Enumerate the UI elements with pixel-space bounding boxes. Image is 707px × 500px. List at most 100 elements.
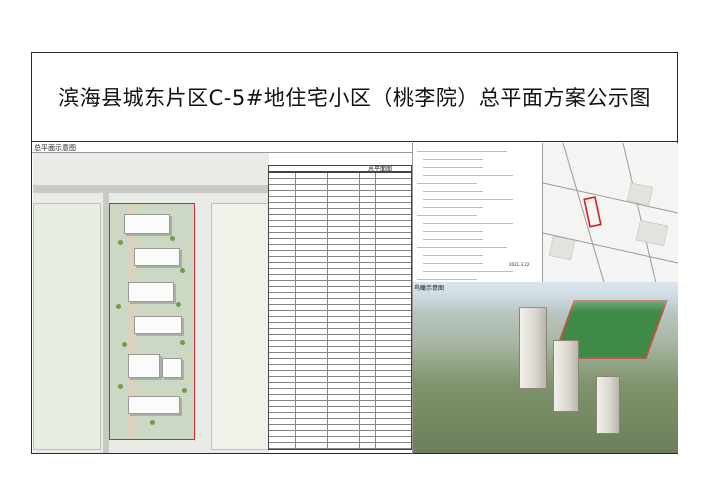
table-cell-divider <box>375 341 376 346</box>
table-cell-divider <box>327 419 328 424</box>
table-cell-divider <box>295 431 296 436</box>
note-text-line <box>423 207 483 208</box>
table-cell-divider <box>295 269 296 274</box>
tree <box>118 384 123 389</box>
table-cell-divider <box>295 263 296 268</box>
table-cell-divider <box>359 347 360 352</box>
table-cell-divider <box>375 287 376 292</box>
table-cell-divider <box>375 365 376 370</box>
table-cell-divider <box>295 281 296 286</box>
table-cell-divider <box>375 233 376 238</box>
table-cell-divider <box>359 395 360 400</box>
table-header <box>268 165 412 172</box>
table-cell-divider <box>327 203 328 208</box>
table-cell-divider <box>359 335 360 340</box>
table-cell-divider <box>327 347 328 352</box>
table-cell-divider <box>327 431 328 436</box>
table-cell-divider <box>359 377 360 382</box>
table-cell-divider <box>375 251 376 256</box>
drawing-sheet: 滨海县城东片区C-5#地住宅小区（桃李院）总平面方案公示图 总平面示意图 总平面… <box>31 52 678 454</box>
residential-building <box>134 248 180 266</box>
note-text-line <box>423 231 483 232</box>
table-cell-divider <box>295 329 296 334</box>
table-cell-divider <box>359 185 360 190</box>
table-cell-divider <box>327 185 328 190</box>
table-cell-divider <box>295 245 296 250</box>
table-cell-divider <box>327 395 328 400</box>
table-cell-divider <box>327 299 328 304</box>
table-cell-divider <box>327 233 328 238</box>
residential-building <box>162 358 182 378</box>
table-cell-divider <box>375 323 376 328</box>
table-cell-divider <box>359 191 360 196</box>
table-cell-divider <box>375 437 376 442</box>
table-cell-divider <box>295 395 296 400</box>
note-text-line <box>417 183 477 184</box>
table-cell-divider <box>327 215 328 220</box>
table-cell-divider <box>327 371 328 376</box>
table-cell-divider <box>295 359 296 364</box>
table-cell-divider <box>327 377 328 382</box>
table-cell-divider <box>295 311 296 316</box>
table-cell-divider <box>375 203 376 208</box>
table-cell-divider <box>295 377 296 382</box>
table-cell-divider <box>327 197 328 202</box>
table-cell-divider <box>295 239 296 244</box>
note-text-line <box>423 175 513 176</box>
note-text-line <box>423 263 483 264</box>
tower-building <box>596 376 620 434</box>
table-cell-divider <box>375 227 376 232</box>
residential-building <box>124 214 170 234</box>
table-cell-divider <box>327 311 328 316</box>
table-cell-divider <box>359 317 360 322</box>
note-text-line <box>417 247 507 248</box>
table-cell-divider <box>359 389 360 394</box>
table-cell-divider <box>295 287 296 292</box>
table-cell-divider <box>359 173 360 178</box>
table-cell-divider <box>359 197 360 202</box>
table-cell-divider <box>327 239 328 244</box>
table-cell-divider <box>295 299 296 304</box>
tree <box>170 236 175 241</box>
site-plan-drawing <box>33 153 269 453</box>
table-cell-divider <box>327 293 328 298</box>
table-cell-divider <box>359 179 360 184</box>
residential-building <box>128 282 174 302</box>
table-cell-divider <box>375 239 376 244</box>
tree <box>116 304 121 309</box>
tree <box>122 342 127 347</box>
page-title: 滨海县城东片区C-5#地住宅小区（桃李院）总平面方案公示图 <box>32 53 677 142</box>
table-cell-divider <box>375 329 376 334</box>
indicators-table <box>268 153 412 450</box>
table-cell-divider <box>359 203 360 208</box>
table-cell-divider <box>359 263 360 268</box>
table-cell-divider <box>375 371 376 376</box>
table-cell-divider <box>375 173 376 178</box>
table-cell-divider <box>327 443 328 448</box>
table-cell-divider <box>295 317 296 322</box>
table-cell-divider <box>295 401 296 406</box>
table-cell-divider <box>359 269 360 274</box>
table-cell-divider <box>375 257 376 262</box>
table-cell-divider <box>359 257 360 262</box>
table-cell-divider <box>375 197 376 202</box>
date-label: 2021.3.22 <box>509 262 530 267</box>
table-cell-divider <box>359 443 360 448</box>
table-cell-divider <box>359 437 360 442</box>
note-text-line <box>423 167 483 168</box>
table-cell-divider <box>327 407 328 412</box>
table-cell-divider <box>359 413 360 418</box>
table-cell-divider <box>375 245 376 250</box>
table-cell-divider <box>375 209 376 214</box>
table-cell-divider <box>359 407 360 412</box>
table-cell-divider <box>295 305 296 310</box>
table-cell-divider <box>375 431 376 436</box>
table-cell-divider <box>295 221 296 226</box>
table-cell-divider <box>327 323 328 328</box>
table-cell-divider <box>375 263 376 268</box>
table-cell-divider <box>375 221 376 226</box>
table-cell-divider <box>375 335 376 340</box>
table-cell-divider <box>375 359 376 364</box>
table-cell-divider <box>295 191 296 196</box>
table-cell-divider <box>295 437 296 442</box>
